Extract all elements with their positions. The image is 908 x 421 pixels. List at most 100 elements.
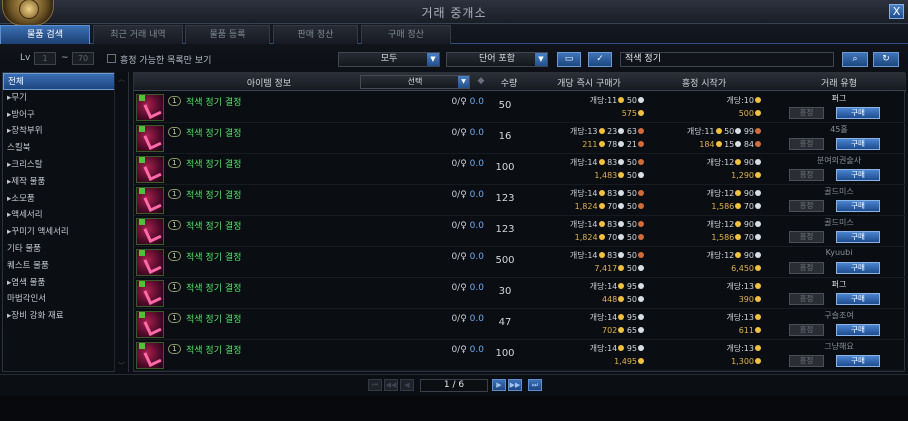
grade-filter-select[interactable]: 선택 ▼: [360, 75, 470, 89]
bid-value: 0.0: [469, 221, 484, 231]
prev-page-button[interactable]: ◀: [400, 379, 414, 391]
chevron-down-icon: ▼: [535, 53, 547, 66]
sidebar-item[interactable]: ▸장착부위: [3, 123, 128, 140]
bid-button[interactable]: 흥정: [789, 324, 824, 336]
item-name[interactable]: 적색 정기 결정: [186, 95, 241, 108]
crystal-item-icon[interactable]: [136, 218, 164, 245]
col-bid-price[interactable]: 흥정 시작가: [649, 76, 759, 89]
unit-gold: 개당:11: [686, 127, 715, 136]
crystal-item-icon[interactable]: [136, 94, 164, 121]
item-name[interactable]: 적색 정기 결정: [186, 219, 241, 232]
bid-button[interactable]: 흥정: [789, 107, 824, 119]
crystal-item-icon[interactable]: [136, 125, 164, 152]
tab-register[interactable]: 물품 등록: [185, 25, 270, 44]
crystal-item-icon[interactable]: [136, 156, 164, 183]
bid-count-text: 0/: [451, 345, 461, 355]
sidebar-item[interactable]: ▸방어구: [3, 107, 128, 124]
bid-button[interactable]: 흥정: [789, 138, 824, 150]
sidebar-item[interactable]: 기타 물품: [3, 241, 128, 258]
match-select[interactable]: 단어 포함 ▼: [446, 52, 548, 67]
quantity: 500: [495, 255, 515, 266]
sidebar-item[interactable]: 스킬북: [3, 140, 128, 157]
bid-button[interactable]: 흥정: [789, 355, 824, 367]
first-page-button[interactable]: ⏮: [368, 379, 382, 391]
item-name[interactable]: 적색 정기 결정: [186, 157, 241, 170]
unit-copper: 63: [626, 127, 637, 136]
bid-button[interactable]: 흥정: [789, 262, 824, 274]
sidebar-item[interactable]: ▸제작 물품: [3, 174, 128, 191]
prev-group-button[interactable]: ◀◀: [384, 379, 398, 391]
bid-button[interactable]: 흥정: [789, 293, 824, 305]
sidebar-scrollbar[interactable]: ︿ ﹀: [114, 72, 128, 372]
monitor-icon-button[interactable]: ▭: [557, 52, 581, 67]
unit-silver: 95: [626, 282, 637, 291]
buy-button[interactable]: 구매: [836, 355, 880, 367]
table-row[interactable]: 1 적색 정기 결정 0/♀ 0.0 100 개당:14 83 50 1,483 50 개당…: [134, 154, 906, 185]
sort-icon[interactable]: ◆: [474, 76, 488, 86]
level-min-input[interactable]: 1: [34, 52, 56, 65]
col-quantity[interactable]: 수량: [488, 76, 530, 89]
sidebar-item[interactable]: 퀘스트 물품: [3, 258, 128, 275]
next-group-button[interactable]: ▶▶: [508, 379, 522, 391]
checkmark-icon-button[interactable]: ✓: [588, 52, 612, 67]
table-row[interactable]: 1 적색 정기 결정 0/♀ 0.0 123 개당:14 83 50 1,824 70 5…: [134, 185, 906, 216]
bid-only-checkbox[interactable]: [107, 54, 116, 63]
table-row[interactable]: 1 적색 정기 결정 0/♀ 0.0 50 개당:11 50 575 개당:10 500 퍼그 흥…: [134, 92, 906, 123]
table-row[interactable]: 1 적색 정기 결정 0/♀ 0.0 30 개당:14 95 448 50 개당:13 390…: [134, 278, 906, 309]
col-instant-price[interactable]: 개당 즉시 구매가: [534, 76, 644, 89]
tab-recent-trades[interactable]: 최근 거래 내역: [93, 25, 183, 44]
sidebar-item[interactable]: ▸염색 물품: [3, 275, 128, 292]
next-page-button[interactable]: ▶: [492, 379, 506, 391]
sidebar-item[interactable]: ▸액세서리: [3, 207, 128, 224]
buy-button[interactable]: 구매: [836, 293, 880, 305]
buy-button[interactable]: 구매: [836, 200, 880, 212]
buy-button[interactable]: 구매: [836, 231, 880, 243]
item-name[interactable]: 적색 정기 결정: [186, 250, 241, 263]
table-row[interactable]: 1 적색 정기 결정 0/♀ 0.0 500 개당:14 83 50 7,417 50 개당…: [134, 247, 906, 278]
search-input[interactable]: 적색 정기: [620, 52, 834, 67]
sidebar-item[interactable]: 전체: [3, 73, 128, 90]
table-row[interactable]: 1 적색 정기 결정 0/♀ 0.0 100 개당:14 95 1,495 개당:13 1,3…: [134, 340, 906, 371]
last-page-button[interactable]: ⏭: [528, 379, 542, 391]
crystal-item-icon[interactable]: [136, 187, 164, 214]
close-button[interactable]: X: [889, 4, 904, 19]
sidebar-item[interactable]: ▸소모품: [3, 191, 128, 208]
table-row[interactable]: 1 적색 정기 결정 0/♀ 0.0 16 개당:13 23 63 211 78 21 개당…: [134, 123, 906, 154]
sidebar-item-label: 장비 강화 재료: [11, 311, 64, 322]
bid-button[interactable]: 흥정: [789, 231, 824, 243]
tab-sell-settlement[interactable]: 판매 정산: [273, 25, 358, 44]
copper-coin-icon: [638, 221, 644, 227]
reset-button[interactable]: ↻: [873, 52, 899, 67]
crystal-item-icon[interactable]: [136, 342, 164, 369]
level-max-input[interactable]: 70: [72, 52, 94, 65]
title-bar[interactable]: 거래 중개소 X: [0, 0, 908, 26]
item-name[interactable]: 적색 정기 결정: [186, 188, 241, 201]
crystal-item-icon[interactable]: [136, 311, 164, 338]
buy-button[interactable]: 구매: [836, 107, 880, 119]
category-select[interactable]: 모두 ▼: [338, 52, 440, 67]
silver-coin-icon: [735, 141, 742, 147]
search-button[interactable]: ⌕: [842, 52, 868, 67]
sidebar-item[interactable]: ▸무기: [3, 90, 128, 107]
buy-button[interactable]: 구매: [836, 169, 880, 181]
bid-button[interactable]: 흥정: [789, 169, 824, 181]
crystal-item-icon[interactable]: [136, 249, 164, 276]
item-name[interactable]: 적색 정기 결정: [186, 281, 241, 294]
tab-buy-settlement[interactable]: 구매 정산: [361, 25, 451, 44]
bid-button[interactable]: 흥정: [789, 200, 824, 212]
buy-button[interactable]: 구매: [836, 138, 880, 150]
sidebar-item[interactable]: 마법각인서: [3, 291, 128, 308]
tab-item-search[interactable]: 물품 검색: [0, 25, 90, 44]
sidebar-item[interactable]: ▸장비 강화 재료: [3, 308, 128, 325]
buy-button[interactable]: 구매: [836, 324, 880, 336]
crystal-item-icon[interactable]: [136, 280, 164, 307]
buy-button[interactable]: 구매: [836, 262, 880, 274]
item-name[interactable]: 적색 정기 결정: [186, 343, 241, 356]
table-row[interactable]: 1 적색 정기 결정 0/♀ 0.0 123 개당:14 83 50 1,824 70 5…: [134, 216, 906, 247]
bidder-icon: ♀: [460, 283, 467, 293]
sidebar-item[interactable]: ▸꾸미기 액세서리: [3, 224, 128, 241]
item-name[interactable]: 적색 정기 결정: [186, 312, 241, 325]
item-name[interactable]: 적색 정기 결정: [186, 126, 241, 139]
sidebar-item[interactable]: ▸크리스탈: [3, 157, 128, 174]
table-row[interactable]: 1 적색 정기 결정 0/♀ 0.0 47 개당:14 95 702 65 개당:13 611…: [134, 309, 906, 340]
